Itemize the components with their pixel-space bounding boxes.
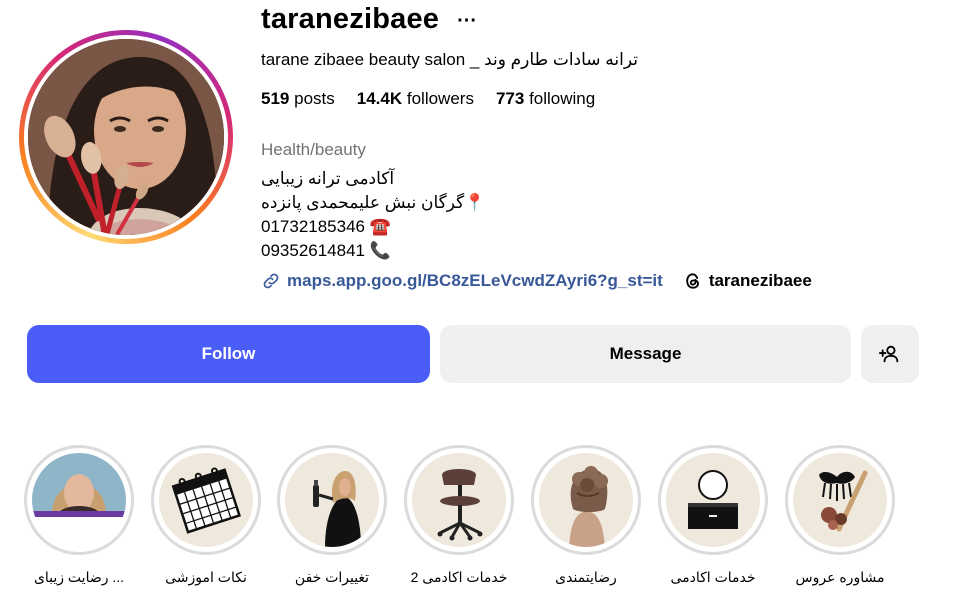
category-label: Health/beauty (261, 140, 366, 159)
full-name: tarane zibaee beauty salon _ ترانه سادات… (261, 50, 638, 69)
highlight-label: رضایتمندی (555, 569, 617, 585)
salon-stool-icon (437, 469, 483, 541)
followers-count: 14.4K (356, 89, 403, 108)
highlight-cover (412, 453, 506, 547)
calendar-icon (171, 467, 241, 534)
message-button[interactable]: Message (440, 325, 851, 383)
followers-stat[interactable]: 14.4K followers (357, 89, 474, 109)
avatar-portrait-image (28, 39, 224, 235)
username-row: taranezibaee ··· (261, 3, 477, 36)
external-link-text: maps.app.goo.gl/BC8zELeVcwdZAyri6?g_st=i… (287, 271, 663, 290)
highlight-ring (277, 445, 387, 555)
highlight-ring (658, 445, 768, 555)
external-link[interactable]: maps.app.goo.gl/BC8zELeVcwdZAyri6?g_st=i… (261, 271, 663, 291)
following-label: following (529, 89, 596, 108)
highlight-6[interactable]: خدمات اکادمی (653, 445, 773, 586)
highlight-ring (24, 445, 134, 555)
highlight-ring (531, 445, 641, 555)
bio-line-3: 01732185346 ☎️ (261, 217, 391, 236)
highlight-cover (793, 453, 887, 547)
avatar-photo (28, 39, 224, 235)
highlight-ring (151, 445, 261, 555)
highlight-label: نکات اموزشی (165, 569, 247, 585)
profile-avatar[interactable] (19, 30, 233, 244)
highlight-4[interactable]: خدمات اکادمی 2 (399, 445, 519, 586)
following-count: 773 (495, 89, 525, 108)
posts-stat[interactable]: 519 posts (261, 89, 335, 109)
highlight-cover (666, 453, 760, 547)
highlight-cover (539, 453, 633, 547)
followers-label: followers (406, 89, 474, 108)
highlight-cover (285, 453, 379, 547)
hair-spray-woman-icon (313, 471, 361, 547)
highlight-label: مشاوره عروس (795, 569, 885, 585)
highlight-3[interactable]: تغییرات خفن (272, 445, 392, 586)
highlight-label: تغییرات خفن (294, 569, 370, 585)
highlight-label: خدمات اکادمی 2 (410, 569, 508, 585)
highlight-ring (404, 445, 514, 555)
story-highlights: رضایت زیبای ... نکات اموزشی تغییرات خفن … (0, 445, 960, 591)
add-person-icon (879, 345, 899, 363)
vanity-mirror-icon (688, 470, 738, 529)
highlight-1[interactable]: رضایت زیبای ... (19, 445, 139, 586)
threads-icon (686, 273, 699, 289)
bio: آکادمی ترانه زیبایی گرگان نبش علیمحمدی پ… (261, 167, 485, 263)
highlight-label: رضایت زیبای ... (33, 569, 125, 585)
bridal-accessories-icon (819, 470, 868, 532)
profile-links: maps.app.goo.gl/BC8zELeVcwdZAyri6?g_st=i… (261, 271, 812, 291)
highlight-7[interactable]: مشاوره عروس (780, 445, 900, 586)
posts-label: posts (294, 89, 335, 108)
follow-button[interactable]: Follow (27, 325, 430, 383)
following-stat[interactable]: 773 following (496, 89, 595, 109)
profile-stats: 519 posts 14.4K followers 773 following (261, 89, 595, 109)
highlight-label: خدمات اکادمی (670, 569, 756, 585)
highlight-cover (159, 453, 253, 547)
threads-link[interactable]: taranezibaee (683, 271, 812, 291)
highlight-5[interactable]: رضایتمندی (526, 445, 646, 586)
bio-line-1: آکادمی ترانه زیبایی (261, 169, 395, 188)
username: taranezibaee (261, 3, 440, 35)
bio-line-2: گرگان نبش علیمحمدی پانزده📍 (261, 193, 486, 212)
link-icon (263, 273, 279, 289)
client-photo-icon (32, 453, 126, 547)
more-options-icon[interactable]: ··· (457, 11, 477, 31)
posts-count: 519 (261, 89, 290, 108)
threads-handle: taranezibaee (708, 271, 812, 290)
bio-line-4: 09352614841 📞 (261, 241, 391, 260)
suggested-users-button[interactable] (861, 325, 919, 383)
highlight-ring (785, 445, 895, 555)
updo-hairstyle-icon (569, 466, 608, 547)
highlight-2[interactable]: نکات اموزشی (146, 445, 266, 586)
highlight-cover (32, 453, 126, 547)
